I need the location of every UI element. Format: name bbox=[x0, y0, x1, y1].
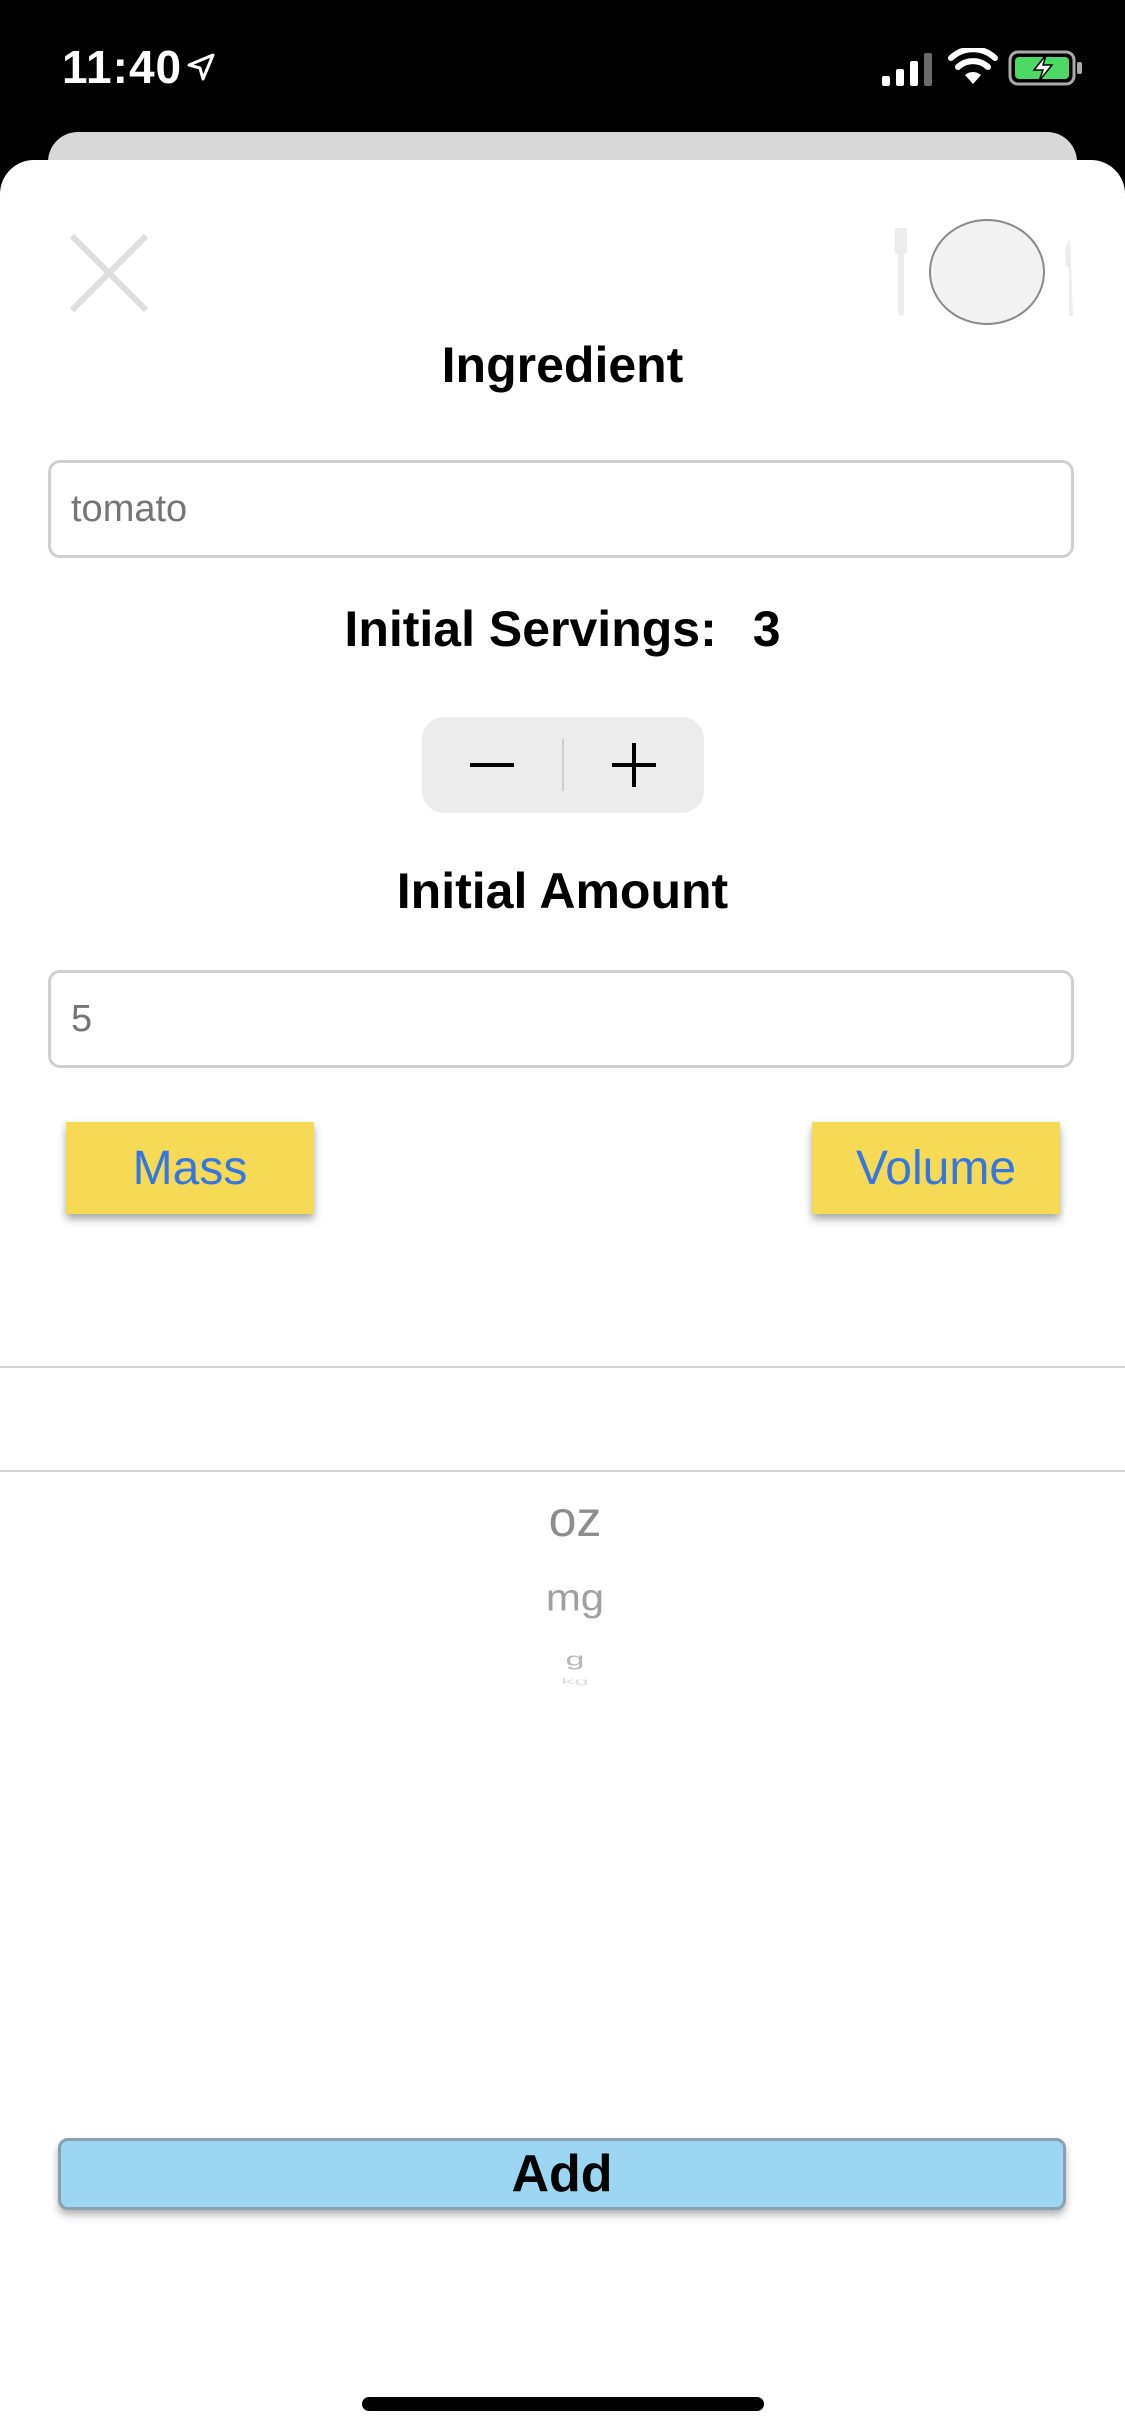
initial-amount-heading: Initial Amount bbox=[396, 863, 729, 919]
volume-button[interactable]: Volume bbox=[812, 1122, 1060, 1214]
initial-servings-heading: Initial Servings: 3 bbox=[0, 600, 1125, 658]
ingredient-heading: Ingredient bbox=[441, 337, 684, 393]
wifi-icon bbox=[948, 48, 998, 84]
servings-stepper bbox=[422, 717, 704, 813]
minus-icon bbox=[470, 763, 514, 767]
battery-charging-icon bbox=[1008, 50, 1082, 86]
increment-button[interactable] bbox=[564, 717, 704, 813]
location-arrow-icon bbox=[187, 53, 215, 81]
picker-selection-top-line bbox=[0, 1366, 1125, 1368]
cellular-signal-icon bbox=[882, 53, 932, 86]
picker-item[interactable]: kg bbox=[0, 1677, 1125, 1686]
unit-picker[interactable]: oz mg g kg bbox=[0, 1366, 1125, 1866]
initial-servings-label: Initial Servings: bbox=[344, 601, 717, 657]
picker-selection-bottom-line bbox=[0, 1470, 1125, 1472]
home-indicator[interactable] bbox=[362, 2397, 764, 2411]
picker-item[interactable]: mg bbox=[0, 1576, 1125, 1619]
close-icon[interactable] bbox=[66, 230, 152, 316]
status-bar: 11:40 bbox=[0, 0, 1125, 150]
add-button[interactable]: Add bbox=[58, 2138, 1066, 2210]
amount-input[interactable] bbox=[48, 970, 1074, 1068]
ingredient-input[interactable] bbox=[48, 460, 1074, 558]
plus-icon bbox=[612, 743, 656, 787]
add-ingredient-sheet: Ingredient Initial Servings: 3 Initial Am… bbox=[0, 160, 1125, 2436]
plate-cutlery-icon bbox=[895, 219, 1073, 325]
initial-servings-value: 3 bbox=[752, 601, 781, 657]
picker-item[interactable]: g bbox=[0, 1649, 1125, 1670]
decrement-button[interactable] bbox=[422, 717, 562, 813]
mass-button[interactable]: Mass bbox=[66, 1122, 314, 1214]
picker-item[interactable]: oz bbox=[0, 1490, 1125, 1548]
status-time: 11:40 bbox=[62, 41, 183, 93]
